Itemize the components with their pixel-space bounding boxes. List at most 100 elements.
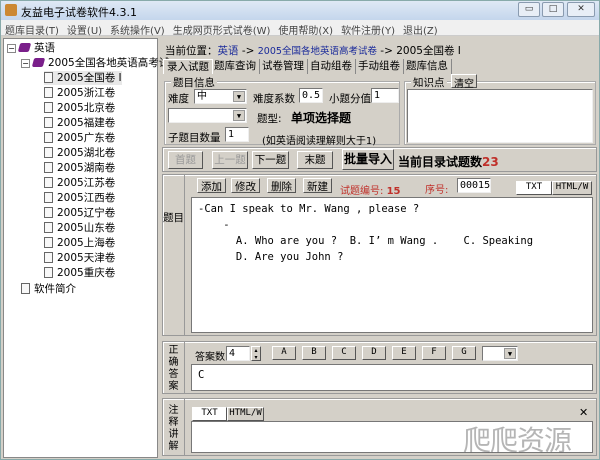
title-bar: 友益电子试卷软件4.3.1 ▭ □ ✕ [1,1,599,20]
question-label: 题目 [163,175,185,335]
tree-leaf[interactable]: 2005辽宁卷 [44,206,115,220]
collapse-icon[interactable]: − [21,59,30,68]
answer-label: 正确答案 [163,342,185,393]
catalog-tree[interactable]: − 英语 −2005全国各地英语高考试 2005全国卷 I 2005浙江卷 2005北… [3,38,169,458]
tab-auto-compose[interactable]: 自动组卷 [307,59,356,74]
menu-web-paper[interactable]: 生成网页形式试卷(W) [169,20,275,39]
document-icon [44,102,53,113]
notes-txt-tab[interactable]: TXT [192,407,227,421]
menu-settings[interactable]: 设置(U) [63,20,106,39]
notes-html-tab[interactable]: HTML/W [227,407,264,421]
document-icon [44,132,53,143]
question-type: 单项选择题 [291,111,352,125]
answer-option-C[interactable]: C [332,346,356,360]
txt-tab[interactable]: TXT [516,181,552,195]
tree-node-english[interactable]: − 英语 [7,41,55,55]
document-icon [21,283,30,294]
answer-count-input[interactable]: 4 [226,346,250,361]
document-icon [44,207,53,218]
notes-panel: 注释讲解 TXT HTML/W ✕ 爬爬资源 [162,398,597,457]
tree-leaf[interactable]: 2005浙江卷 [44,86,115,100]
open-book-icon [44,72,53,83]
batch-import-button[interactable]: 批量导入 [342,149,394,170]
document-icon [44,252,53,263]
clear-button[interactable]: 清空 [451,74,477,90]
tree-leaf[interactable]: 2005北京卷 [44,101,115,115]
menu-catalog[interactable]: 题库目录(T) [1,20,63,39]
tree-leaf[interactable]: 2005福建卷 [44,116,115,130]
next-button[interactable]: 下一题 [252,151,289,169]
difficulty-coef-input[interactable]: 0.5 [299,88,323,103]
tree-node-2005[interactable]: −2005全国各地英语高考试 [21,56,169,70]
sub-count-input[interactable]: 1 [225,127,249,142]
tab-query[interactable]: 题库查询 [211,59,260,74]
document-icon [44,147,53,158]
minimize-button[interactable]: ▭ [518,2,540,17]
tree-leaf[interactable]: 2005江苏卷 [44,176,115,190]
tree-leaf[interactable]: 2005上海卷 [44,236,115,250]
breadcrumb: 当前位置：英语 -> 2005全国各地英语高考试卷 -> 2005全国卷 I [165,45,461,57]
new-button[interactable]: 新建 [303,178,332,193]
question-id: 15 [386,186,401,197]
tree-leaf[interactable]: 2005天津卷 [44,251,115,265]
answer-option-F[interactable]: F [422,346,446,360]
answer-panel: 正确答案 答案数 4 ▴ ▾ ABCDEFG ▼ C [162,341,597,394]
add-button[interactable]: 添加 [197,178,226,193]
tab-paper-manage[interactable]: 试卷管理 [259,59,308,74]
answer-select[interactable]: ▼ [482,346,518,361]
prev-button[interactable]: 上一题 [212,151,248,169]
tree-leaf[interactable]: 2005广东卷 [44,131,115,145]
answer-option-G[interactable]: G [452,346,476,360]
answer-option-B[interactable]: B [302,346,326,360]
tree-leaf[interactable]: 2005江西卷 [44,191,115,205]
tab-enter-question[interactable]: 录入试题 [163,59,213,74]
tree-leaf[interactable]: 2005山东卷 [44,221,115,235]
menu-bar: 题库目录(T) 设置(U) 系统操作(V) 生成网页形式试卷(W) 使用帮助(X) 软件注… [1,20,599,39]
html-tab[interactable]: HTML/W [552,181,592,195]
question-info-group: 题目信息 难度 中 ▼ 难度系数 0.5 小题分值 1 ▼ 题型: 单项选择题 子… [164,75,400,147]
close-button[interactable]: ✕ [567,2,595,17]
chevron-down-icon: ▼ [233,91,245,102]
menu-register[interactable]: 软件注册(Y) [337,20,399,39]
last-button[interactable]: 末题 [297,151,333,169]
chevron-down-icon: ▼ [233,110,245,121]
delete-button[interactable]: 删除 [267,178,296,193]
category-select[interactable]: ▼ [168,108,247,123]
collapse-icon[interactable]: − [7,44,16,53]
answer-option-A[interactable]: A [272,346,296,360]
app-window: 友益电子试卷软件4.3.1 ▭ □ ✕ 题库目录(T) 设置(U) 系统操作(V) 生… [0,0,600,460]
stepper[interactable]: ▴ ▾ [251,346,261,361]
knowledge-group: 知识点 清空 [404,74,596,145]
score-input[interactable]: 1 [371,88,399,103]
breadcrumb-english[interactable]: 英语 [218,45,239,57]
answer-option-D[interactable]: D [362,346,386,360]
answer-option-E[interactable]: E [392,346,416,360]
first-button[interactable]: 首题 [168,151,203,169]
question-text[interactable]: -Can I speak to Mr. Wang , please ? - A.… [191,197,593,333]
difficulty-select[interactable]: 中 ▼ [194,89,247,104]
tree-leaf[interactable]: 2005湖北卷 [44,146,115,160]
document-icon [44,87,53,98]
sequence-input[interactable]: 00015 [457,178,491,193]
main-panel: 当前位置：英语 -> 2005全国各地英语高考试卷 -> 2005全国卷 I 录… [161,38,598,458]
menu-exit[interactable]: 退出(Z) [399,20,442,39]
menu-help[interactable]: 使用帮助(X) [274,20,337,39]
book-icon [17,43,32,52]
answer-text[interactable]: C [191,364,593,391]
tree-leaf[interactable]: 2005重庆卷 [44,266,115,280]
tree-leaf[interactable]: 2005湖南卷 [44,161,115,175]
menu-system[interactable]: 系统操作(V) [106,20,169,39]
close-icon[interactable]: ✕ [579,406,588,419]
chevron-down-icon: ▼ [504,348,516,359]
breadcrumb-2005[interactable]: 2005全国各地英语高考试卷 [258,46,377,57]
watermark: 爬爬资源 [463,424,572,457]
knowledge-input[interactable] [407,89,593,143]
tree-node-about[interactable]: 软件简介 [21,282,76,296]
tab-bank-info[interactable]: 题库信息 [403,59,452,74]
maximize-button[interactable]: □ [542,2,564,17]
tree-leaf[interactable]: 2005全国卷 I [44,71,122,85]
tab-manual-compose[interactable]: 手动组卷 [355,59,404,74]
edit-button[interactable]: 修改 [231,178,260,193]
question-panel: 题目 添加 修改 删除 新建 试题编号: 15 序号: 00015 TXT HT… [162,174,597,336]
document-icon [44,237,53,248]
